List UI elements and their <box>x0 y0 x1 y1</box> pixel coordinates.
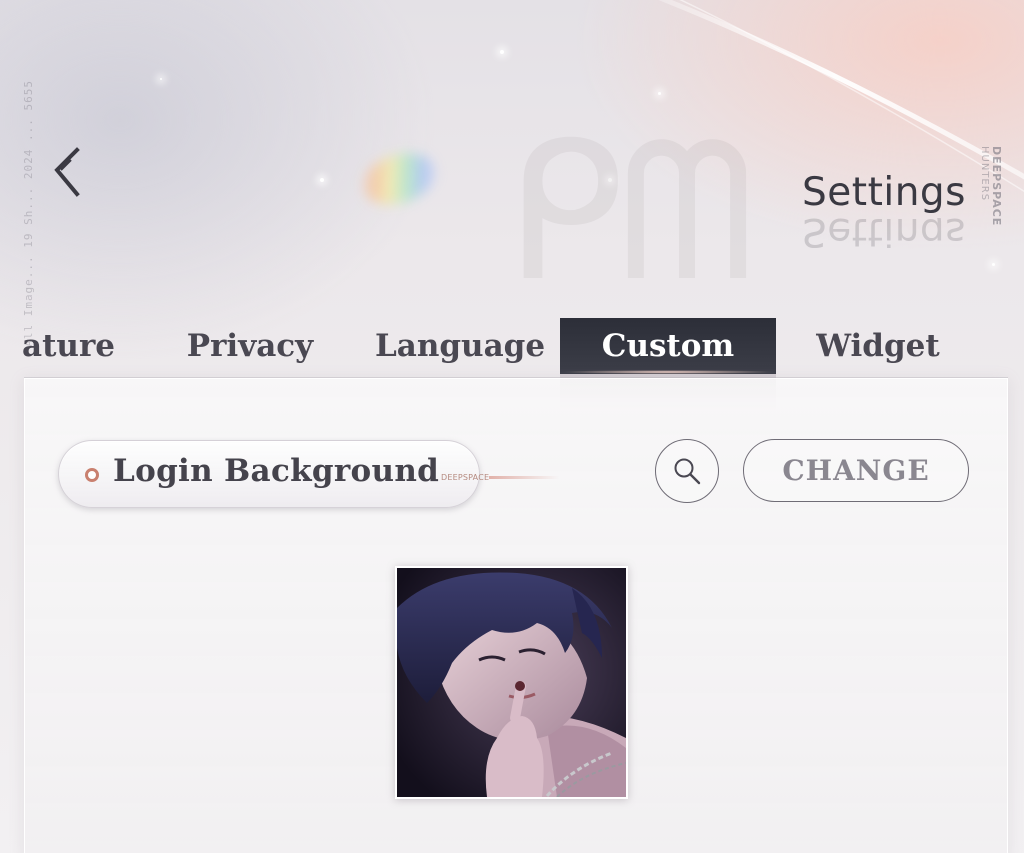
login-background-preview[interactable] <box>395 566 628 799</box>
page-title-reflection: Settings <box>802 218 966 248</box>
brand-logo: DEEPSPACE HUNTERS <box>978 146 1003 227</box>
light-prism-decoration <box>356 144 442 214</box>
tag-line-decoration <box>489 476 560 479</box>
side-note: All Image... 19 Sh... 2024 ... 5655 <box>22 80 35 347</box>
tab-custom[interactable]: Custom <box>560 318 776 414</box>
brand-name: DEEPSPACE <box>990 146 1003 227</box>
chevron-left-icon <box>54 147 80 197</box>
sparkle-decoration <box>500 50 504 54</box>
tab-widget[interactable]: Widget <box>796 318 960 374</box>
tab-label: Privacy <box>186 328 314 364</box>
tab-label: Widget <box>816 328 940 364</box>
tab-privacy[interactable]: Privacy <box>170 318 330 374</box>
tab-bar: ature Privacy Language Custom Widget <box>0 318 1024 414</box>
setting-tag: DEEPSPACE <box>441 473 560 482</box>
sparkle-decoration <box>992 263 995 266</box>
change-button[interactable]: CHANGE <box>743 439 969 502</box>
active-tab-glow <box>560 370 776 374</box>
sparkle-decoration <box>160 78 162 80</box>
sparkle-decoration <box>320 178 324 182</box>
magnifier-icon <box>674 458 701 485</box>
login-background-setting: Login Background <box>58 440 480 508</box>
brand-subname: HUNTERS <box>979 146 990 202</box>
page-title: Settings <box>802 170 966 215</box>
setting-label: Login Background <box>113 453 440 489</box>
tab-label: ature <box>22 328 115 364</box>
preview-search-button[interactable] <box>655 439 719 503</box>
logo-watermark: ᑭᗰ <box>505 102 756 323</box>
tab-label: Custom <box>601 328 735 364</box>
page-header: Settings Settings <box>802 168 966 248</box>
tab-label: Language <box>374 328 546 364</box>
change-label: CHANGE <box>782 454 930 487</box>
portrait-image <box>397 568 626 797</box>
setting-tag-text: DEEPSPACE <box>441 473 490 482</box>
tab-feature[interactable]: ature <box>22 318 122 374</box>
sparkle-decoration <box>658 92 661 95</box>
back-button[interactable] <box>44 142 88 202</box>
tab-language[interactable]: Language <box>360 318 560 374</box>
bullet-icon <box>85 468 99 482</box>
